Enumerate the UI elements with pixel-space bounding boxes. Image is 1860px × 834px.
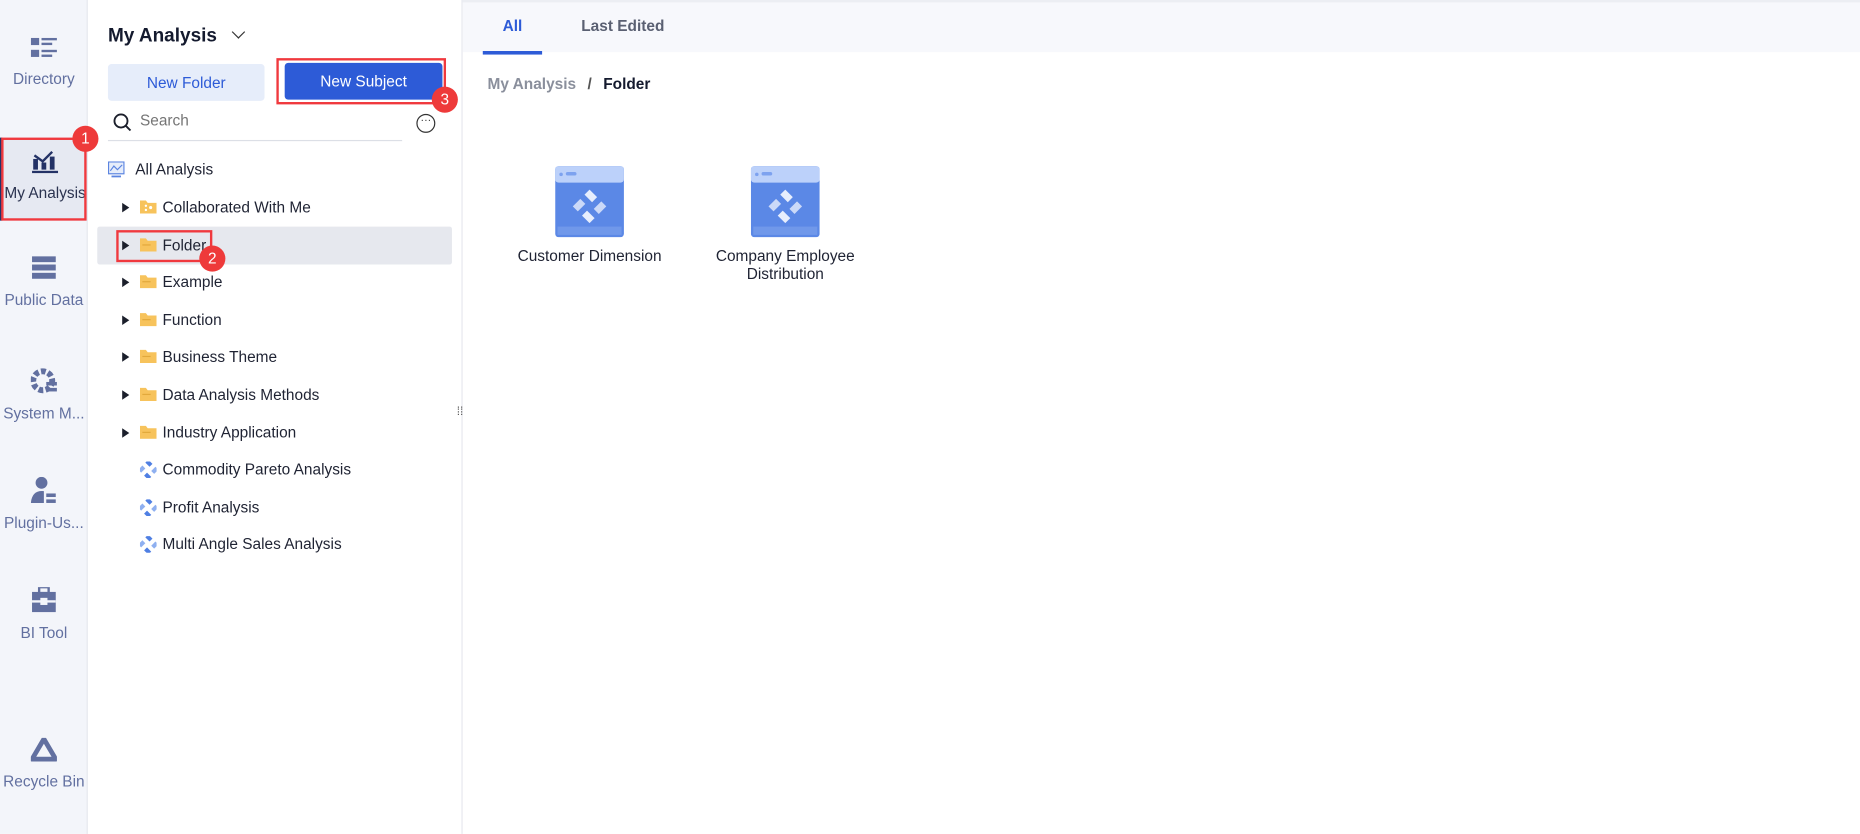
step-badge-2: 2 xyxy=(199,245,226,272)
new-folder-button[interactable]: New Folder xyxy=(107,64,265,101)
tree-item-label: Industry Application xyxy=(162,422,297,441)
tab-last-edited[interactable]: Last Edited xyxy=(581,2,664,54)
subject-card[interactable]: Company Employee Distribution xyxy=(702,166,868,282)
folder-icon xyxy=(139,275,157,289)
subject-icon xyxy=(139,536,157,554)
highlight-box-3 xyxy=(276,58,447,105)
tree-item-function[interactable]: Function xyxy=(97,301,452,339)
tree-item-label: Function xyxy=(162,310,222,329)
subject-thumbnail-icon xyxy=(555,166,624,238)
tree-item-multi-angle-sales-analysis[interactable]: Multi Angle Sales Analysis xyxy=(97,526,452,564)
analysis-tree-panel: My Analysis New Folder New Subject 3 ···… xyxy=(88,0,463,834)
nav-directory[interactable]: Directory xyxy=(0,36,88,119)
chevron-down-icon[interactable] xyxy=(232,25,246,39)
step-badge-1: 1 xyxy=(72,125,99,152)
folder-icon xyxy=(139,387,157,401)
nav-system-management[interactable]: System M... xyxy=(0,368,88,451)
search-field[interactable] xyxy=(107,108,403,142)
tree-item-collaborated-with-me[interactable]: Collaborated With Me xyxy=(97,189,452,227)
tab-bar: All Last Edited xyxy=(462,0,1860,55)
tree-item-label: Collaborated With Me xyxy=(162,198,311,216)
nav-label: Recycle Bin xyxy=(3,772,85,791)
left-nav-rail: Directory My Analysis Public Data System… xyxy=(0,0,99,834)
highlight-box-1 xyxy=(1,137,87,221)
monitor-chart-icon xyxy=(107,161,125,178)
subject-thumbnail-icon xyxy=(750,166,820,238)
tree-item-label: Multi Angle Sales Analysis xyxy=(162,535,342,554)
more-options-icon[interactable]: ··· xyxy=(416,113,436,133)
breadcrumb: My Analysis / Folder xyxy=(488,75,651,93)
tree-item-data-analysis-methods[interactable]: Data Analysis Methods xyxy=(97,376,452,414)
breadcrumb-current: Folder xyxy=(603,74,651,93)
search-icon xyxy=(113,113,132,132)
breadcrumb-separator: / xyxy=(587,74,592,93)
nav-label: Directory xyxy=(13,69,75,88)
tree-item-label: Data Analysis Methods xyxy=(162,385,320,404)
tree-item-label: Business Theme xyxy=(162,348,278,366)
nav-label: BI Tool xyxy=(20,623,68,642)
subject-icon xyxy=(139,499,157,516)
public-data-icon xyxy=(32,256,56,279)
tree-item-industry-application[interactable]: Industry Application xyxy=(97,414,452,452)
expand-arrow-icon[interactable] xyxy=(122,352,130,363)
folder-icon xyxy=(139,350,157,364)
tree-item-business-theme[interactable]: Business Theme xyxy=(97,339,452,377)
panel-title-text: My Analysis xyxy=(107,26,217,47)
tree-item-label: All Analysis xyxy=(135,160,214,178)
nav-label: Public Data xyxy=(4,290,84,309)
tree-item-label: Commodity Pareto Analysis xyxy=(162,460,352,479)
tree-item-commodity-pareto-analysis[interactable]: Commodity Pareto Analysis xyxy=(97,451,452,489)
card-label: Customer Dimension xyxy=(517,246,662,265)
subject-icon xyxy=(139,461,157,479)
nav-public-data[interactable]: Public Data xyxy=(0,256,88,339)
nav-bi-tool[interactable]: BI Tool xyxy=(0,587,88,670)
tree-item-example[interactable]: Example xyxy=(97,264,452,302)
expand-arrow-icon[interactable] xyxy=(122,315,130,325)
expand-arrow-icon[interactable] xyxy=(122,202,130,213)
system-gear-icon xyxy=(30,368,57,394)
expand-arrow-icon[interactable] xyxy=(122,277,130,288)
expand-arrow-icon[interactable] xyxy=(122,390,130,400)
recycle-icon xyxy=(30,737,57,762)
card-label: Company Employee Distribution xyxy=(715,246,855,283)
tree-root-all-analysis[interactable]: All Analysis xyxy=(97,151,452,189)
folder-icon xyxy=(139,312,157,326)
search-input[interactable] xyxy=(139,111,378,130)
toolbox-icon xyxy=(32,587,56,613)
nav-label: System M... xyxy=(3,404,85,423)
breadcrumb-my-analysis[interactable]: My Analysis xyxy=(488,75,577,93)
folder-icon xyxy=(139,425,157,439)
nav-label: Plugin-Us... xyxy=(4,513,84,532)
highlight-box-2 xyxy=(116,230,213,263)
main-content: All Last Edited My Analysis / Folder Cus… xyxy=(462,0,1860,834)
nav-recycle-bin[interactable]: Recycle Bin xyxy=(0,737,88,821)
step-badge-3: 3 xyxy=(431,86,458,113)
shared-folder-icon xyxy=(139,200,157,214)
expand-arrow-icon[interactable] xyxy=(122,427,130,438)
directory-icon xyxy=(30,37,57,57)
nav-plugin-users[interactable]: Plugin-Us... xyxy=(0,476,88,560)
subject-card[interactable]: Customer Dimension xyxy=(507,166,673,265)
plugin-user-icon xyxy=(30,476,56,503)
tree-item-profit-analysis[interactable]: Profit Analysis xyxy=(97,488,452,526)
panel-title[interactable]: My Analysis xyxy=(107,25,246,47)
tree-item-label: Profit Analysis xyxy=(162,497,260,516)
tab-all[interactable]: All xyxy=(482,2,543,55)
